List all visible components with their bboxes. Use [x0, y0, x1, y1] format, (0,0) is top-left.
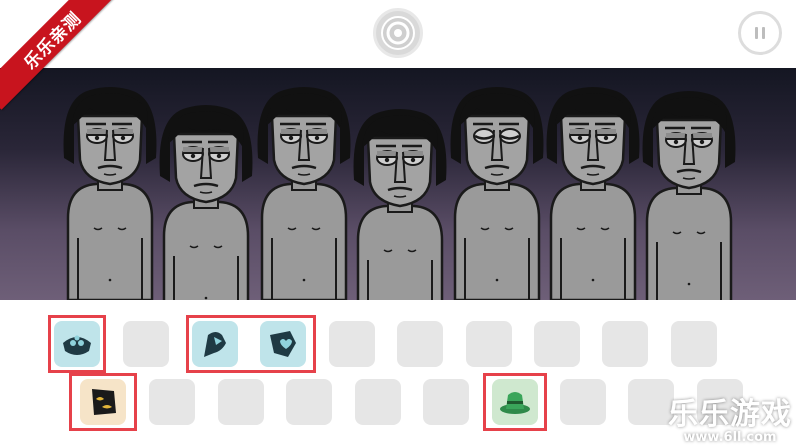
disc-icon [381, 16, 415, 50]
watermark: 乐乐游戏 www.6ll.com [668, 399, 792, 445]
character-4[interactable] [353, 109, 447, 300]
watermark-title: 乐乐游戏 [668, 397, 792, 432]
sound-slot-empty[interactable] [397, 321, 443, 367]
sound-slot-empty[interactable] [123, 321, 169, 367]
sound-slot-empty[interactable] [286, 379, 332, 425]
selection-highlight [483, 373, 547, 431]
sound-slot-empty[interactable] [560, 379, 606, 425]
pause-icon [753, 27, 767, 39]
watermark-url: www.6ll.com [683, 430, 777, 445]
pause-button[interactable] [738, 11, 782, 55]
sound-slot-empty[interactable] [329, 321, 375, 367]
sound-slot-empty[interactable] [466, 321, 512, 367]
character-2[interactable] [159, 105, 253, 300]
sound-slot-empty[interactable] [149, 379, 195, 425]
sound-slot-empty[interactable] [218, 379, 264, 425]
selection-highlight [69, 373, 137, 431]
character-7[interactable] [642, 91, 736, 300]
sound-slot-empty[interactable] [534, 321, 580, 367]
sound-slot-empty[interactable] [602, 321, 648, 367]
sound-slot-empty[interactable] [671, 321, 717, 367]
character-3[interactable] [257, 87, 351, 300]
sound-slot-empty[interactable] [355, 379, 401, 425]
character-6[interactable] [546, 87, 640, 300]
character-5[interactable] [450, 87, 544, 300]
selection-highlight [186, 315, 316, 373]
corner-badge-text: 乐乐亲测 [0, 0, 120, 110]
selection-highlight [48, 315, 106, 373]
record-button[interactable] [373, 8, 423, 58]
sound-slot-empty[interactable] [423, 379, 469, 425]
corner-badge: 乐乐亲测 [0, 0, 120, 120]
